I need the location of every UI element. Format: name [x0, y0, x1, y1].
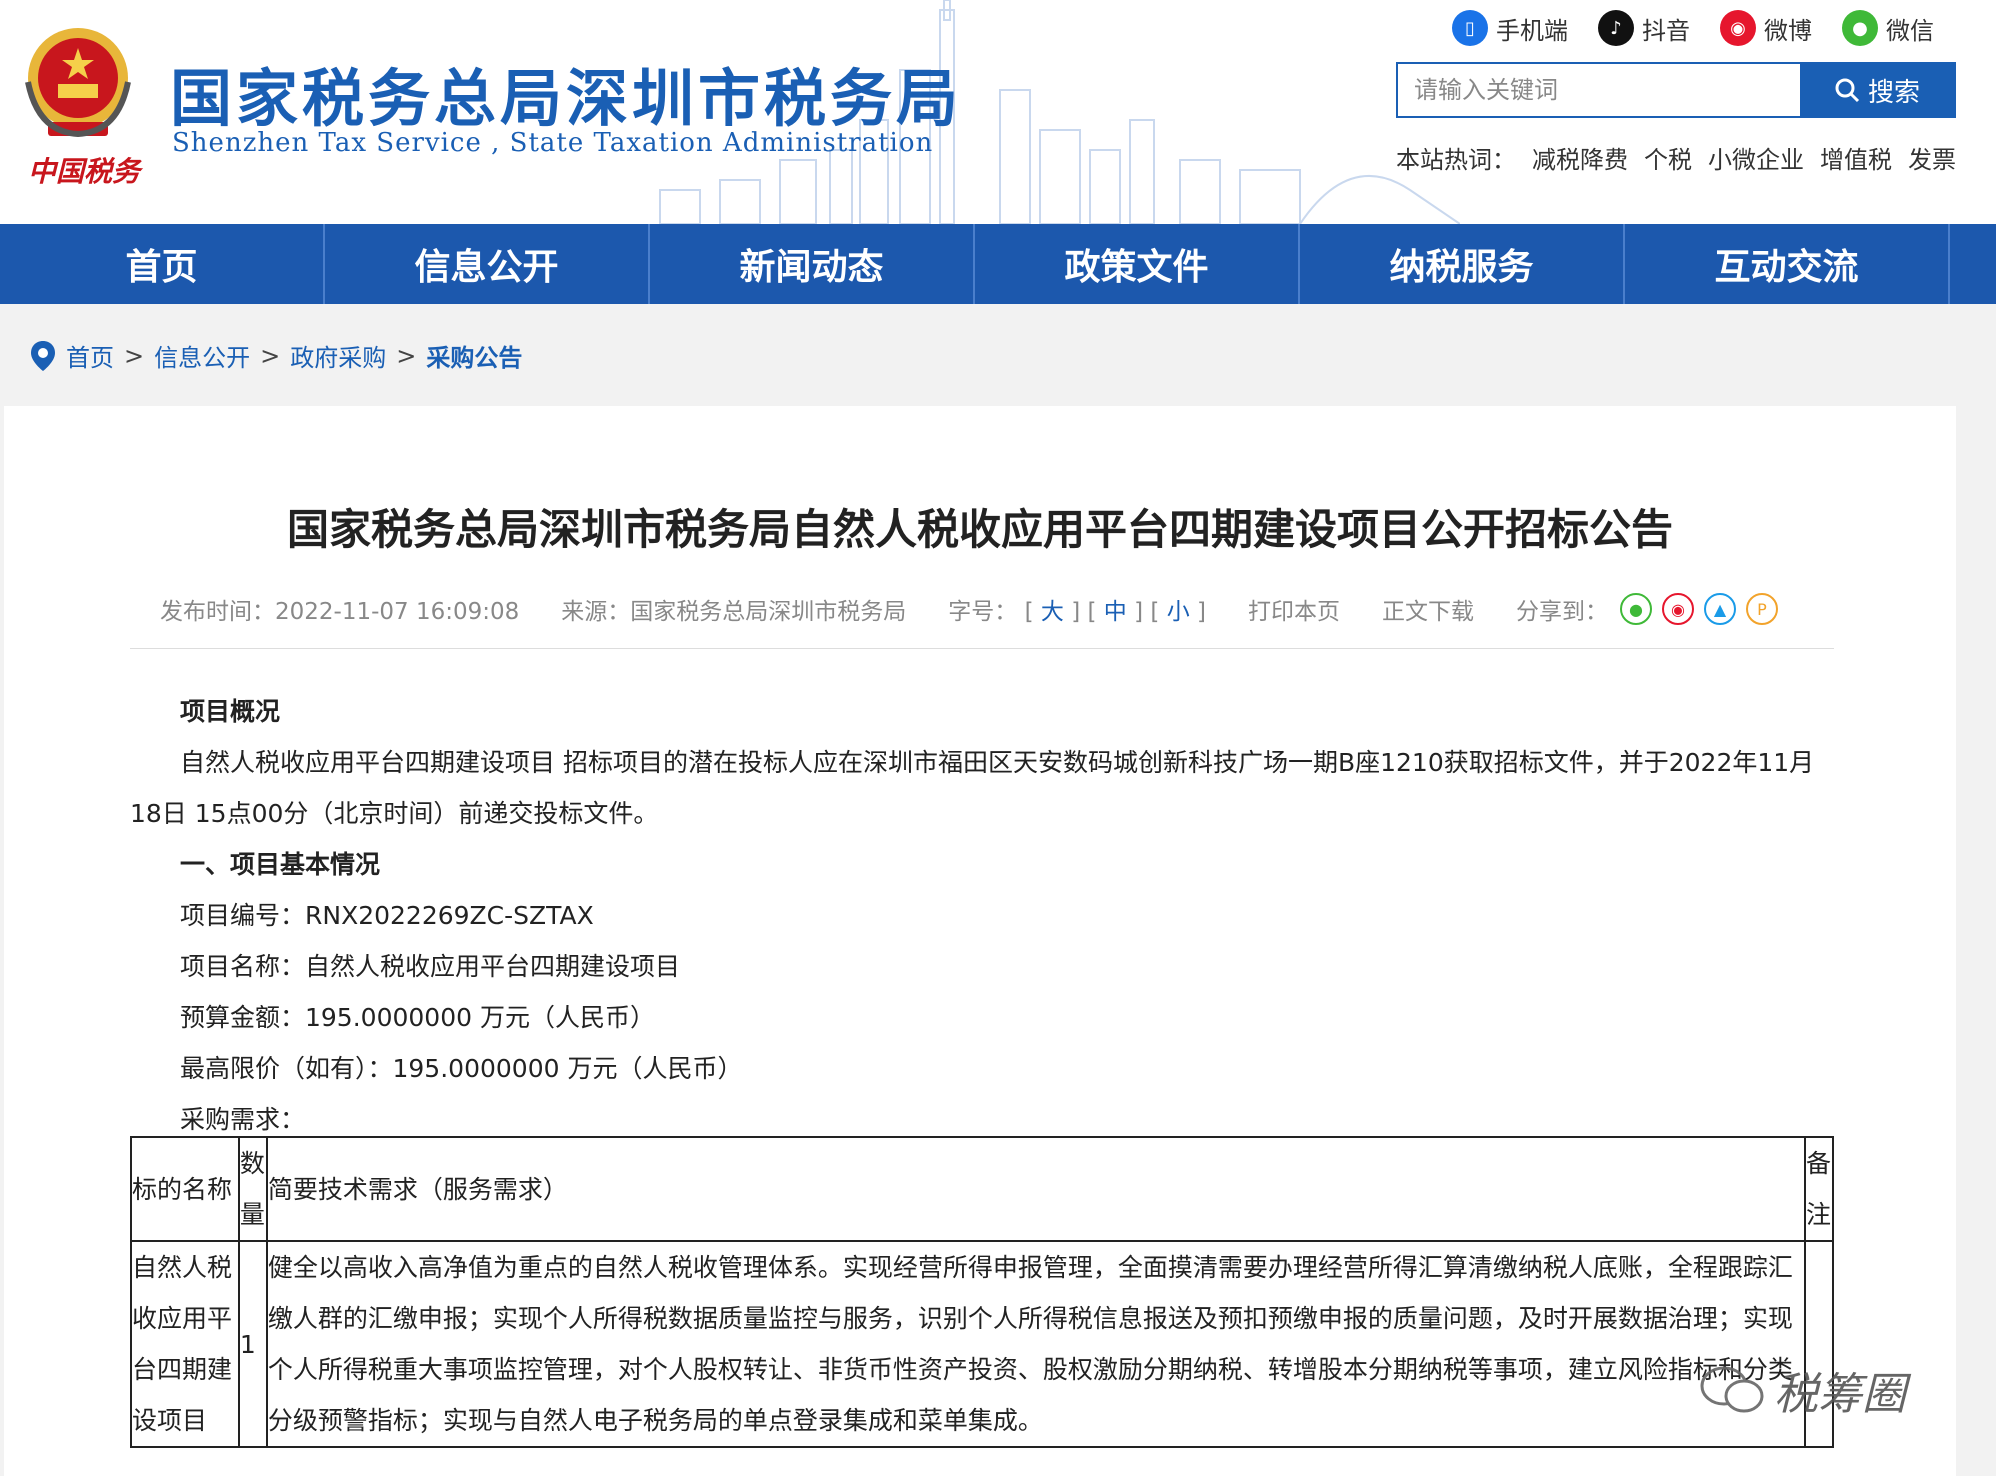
article-body: 项目概况 自然人税收应用平台四期建设项目 招标项目的潜在投标人应在深圳市福田区天…: [130, 686, 1834, 1145]
table-cell-desc: 健全以高收入高净值为重点的自然人税收管理体系。实现经营所得申报管理，全面摸清需要…: [265, 1240, 1806, 1448]
section-heading-overview: 项目概况: [180, 697, 281, 726]
requirement-table: 标的名称 数量 简要技术需求（服务需求） 备注 自然人税收应用平台四期建设项目 …: [130, 1136, 1835, 1448]
nav-item-info[interactable]: 信息公开: [325, 224, 650, 304]
bracket: [: [1087, 599, 1104, 625]
quick-link-douyin[interactable]: ♪ 抖音: [1598, 10, 1690, 46]
search-button[interactable]: 搜索: [1800, 64, 1954, 116]
hot-word[interactable]: 个税: [1644, 140, 1692, 175]
download-button[interactable]: 正文下载: [1382, 592, 1474, 626]
table-header-cell: 简要技术需求（服务需求）: [265, 1136, 1806, 1242]
breadcrumb: 首页 > 信息公开 > 政府采购 > 采购公告: [30, 338, 522, 373]
overview-paragraph: 自然人税收应用平台四期建设项目 招标项目的潜在投标人应在深圳市福田区天安数码城创…: [130, 748, 1815, 828]
font-size-control: 字号： [ 大 ] [ 中 ] [ 小 ]: [948, 592, 1206, 626]
nav-item-interaction[interactable]: 互动交流: [1625, 224, 1950, 304]
site-subtitle: Shenzhen Tax Service , State Taxation Ad…: [172, 128, 934, 158]
breadcrumb-info[interactable]: 信息公开: [154, 338, 250, 373]
watermark: 税筹圈: [1700, 1358, 1906, 1422]
bracket: ]: [1189, 599, 1206, 625]
site-title: 国家税务总局深圳市税务局: [170, 62, 963, 135]
source-value: 国家税务总局深圳市税务局: [630, 599, 907, 625]
tiktok-icon: ♪: [1598, 10, 1634, 46]
search-button-label: 搜索: [1867, 77, 1920, 108]
bracket: ]: [1063, 599, 1081, 625]
article-meta: 发布时间：2022-11-07 16:09:08 来源：国家税务总局深圳市税务局…: [160, 592, 1820, 626]
breadcrumb-separator: >: [124, 341, 145, 370]
font-size-large[interactable]: 大: [1041, 599, 1064, 625]
source-label: 来源：: [561, 599, 631, 625]
hot-words: 本站热词： 减税降费 个税 小微企业 增值税 发票: [1396, 140, 1956, 175]
wechat-watermark-icon: [1700, 1366, 1764, 1413]
location-pin-icon: [31, 340, 55, 371]
mobile-icon: ▯: [1452, 10, 1488, 46]
table-cell-name: 自然人税收应用平台四期建设项目: [130, 1240, 240, 1448]
source: 来源：国家税务总局深圳市税务局: [561, 592, 906, 626]
article-title: 国家税务总局深圳市税务局自然人税收应用平台四期建设项目公开招标公告: [286, 505, 1673, 554]
print-button[interactable]: 打印本页: [1248, 592, 1340, 626]
qzone-share-icon[interactable]: P: [1746, 593, 1778, 625]
share-icons: ● ◉ ▲ P: [1620, 593, 1778, 625]
bracket: [: [1024, 599, 1041, 625]
publish-time-label: 发布时间：: [160, 599, 275, 625]
hot-words-label: 本站热词：: [1396, 146, 1516, 174]
search-icon: [1835, 78, 1860, 103]
quick-link-label: 手机端: [1496, 16, 1568, 45]
font-size-medium[interactable]: 中: [1104, 599, 1127, 625]
china-tax-logo-text: 中国税务: [28, 155, 141, 188]
max-price: 最高限价（如有）：195.0000000 万元（人民币）: [180, 1054, 743, 1083]
table-row: 自然人税收应用平台四期建设项目 1 健全以高收入高净值为重点的自然人税收管理体系…: [130, 1240, 1835, 1448]
search-box: 搜索: [1396, 62, 1956, 118]
project-name: 项目名称：自然人税收应用平台四期建设项目: [180, 952, 681, 981]
section-heading-basic: 一、项目基本情况: [180, 850, 381, 879]
table-cell-qty: 1: [237, 1240, 268, 1448]
weibo-icon: ◉: [1720, 10, 1756, 46]
font-size-label: 字号：: [948, 599, 1018, 625]
nav-item-policy[interactable]: 政策文件: [975, 224, 1300, 304]
wechat-share-icon[interactable]: ●: [1620, 593, 1652, 625]
font-size-small[interactable]: 小: [1167, 599, 1190, 625]
share: 分享到： ● ◉ ▲ P: [1516, 592, 1778, 626]
project-number: 项目编号：RNX2022269ZC-SZTAX: [180, 901, 594, 930]
breadcrumb-current[interactable]: 采购公告: [426, 338, 522, 373]
quick-link-label: 微博: [1764, 16, 1812, 45]
breadcrumb-home[interactable]: 首页: [66, 338, 114, 373]
quick-link-label: 微信: [1886, 16, 1934, 45]
search-input[interactable]: [1398, 64, 1800, 116]
watermark-text: 税筹圈: [1774, 1369, 1906, 1420]
wechat-icon: ●: [1842, 10, 1878, 46]
publish-time-value: 2022-11-07 16:09:08: [275, 599, 520, 625]
qq-share-icon[interactable]: ▲: [1704, 593, 1736, 625]
nav-item-service[interactable]: 纳税服务: [1300, 224, 1625, 304]
bracket: [: [1150, 599, 1167, 625]
nav-item-news[interactable]: 新闻动态: [650, 224, 975, 304]
site-header: 中国税务 国家税务总局深圳市税务局 Shenzhen Tax Service ,…: [0, 0, 1996, 224]
table-header-row: 标的名称 数量 简要技术需求（服务需求） 备注: [130, 1136, 1835, 1242]
table-header-cell: 备注: [1803, 1136, 1835, 1242]
quick-link-mobile[interactable]: ▯ 手机端: [1452, 10, 1568, 46]
quick-links: ▯ 手机端 ♪ 抖音 ◉ 微博 ● 微信: [1452, 10, 1934, 46]
weibo-share-icon[interactable]: ◉: [1662, 593, 1694, 625]
quick-link-weibo[interactable]: ◉ 微博: [1720, 10, 1812, 46]
table-header-cell: 标的名称: [130, 1136, 240, 1242]
hot-word[interactable]: 增值税: [1820, 140, 1892, 175]
hot-word[interactable]: 减税降费: [1532, 140, 1628, 175]
nav-item-home[interactable]: 首页: [0, 224, 325, 304]
national-emblem-icon: [25, 28, 131, 138]
budget-amount: 预算金额：195.0000000 万元（人民币）: [180, 1003, 655, 1032]
main-nav: 首页 信息公开 新闻动态 政策文件 纳税服务 互动交流: [0, 224, 1996, 304]
publish-time: 发布时间：2022-11-07 16:09:08: [160, 592, 519, 626]
hot-word[interactable]: 小微企业: [1708, 140, 1804, 175]
breadcrumb-separator: >: [260, 341, 281, 370]
divider: [130, 648, 1834, 649]
table-header-cell: 数量: [237, 1136, 268, 1242]
hot-word[interactable]: 发票: [1908, 140, 1956, 175]
article-card: 国家税务总局深圳市税务局自然人税收应用平台四期建设项目公开招标公告 发布时间：2…: [4, 406, 1956, 1476]
quick-link-wechat[interactable]: ● 微信: [1842, 10, 1934, 46]
breadcrumb-separator: >: [396, 341, 417, 370]
share-label: 分享到：: [1516, 599, 1608, 625]
quick-link-label: 抖音: [1642, 16, 1690, 45]
bracket: ]: [1126, 599, 1144, 625]
breadcrumb-procurement[interactable]: 政府采购: [290, 338, 386, 373]
